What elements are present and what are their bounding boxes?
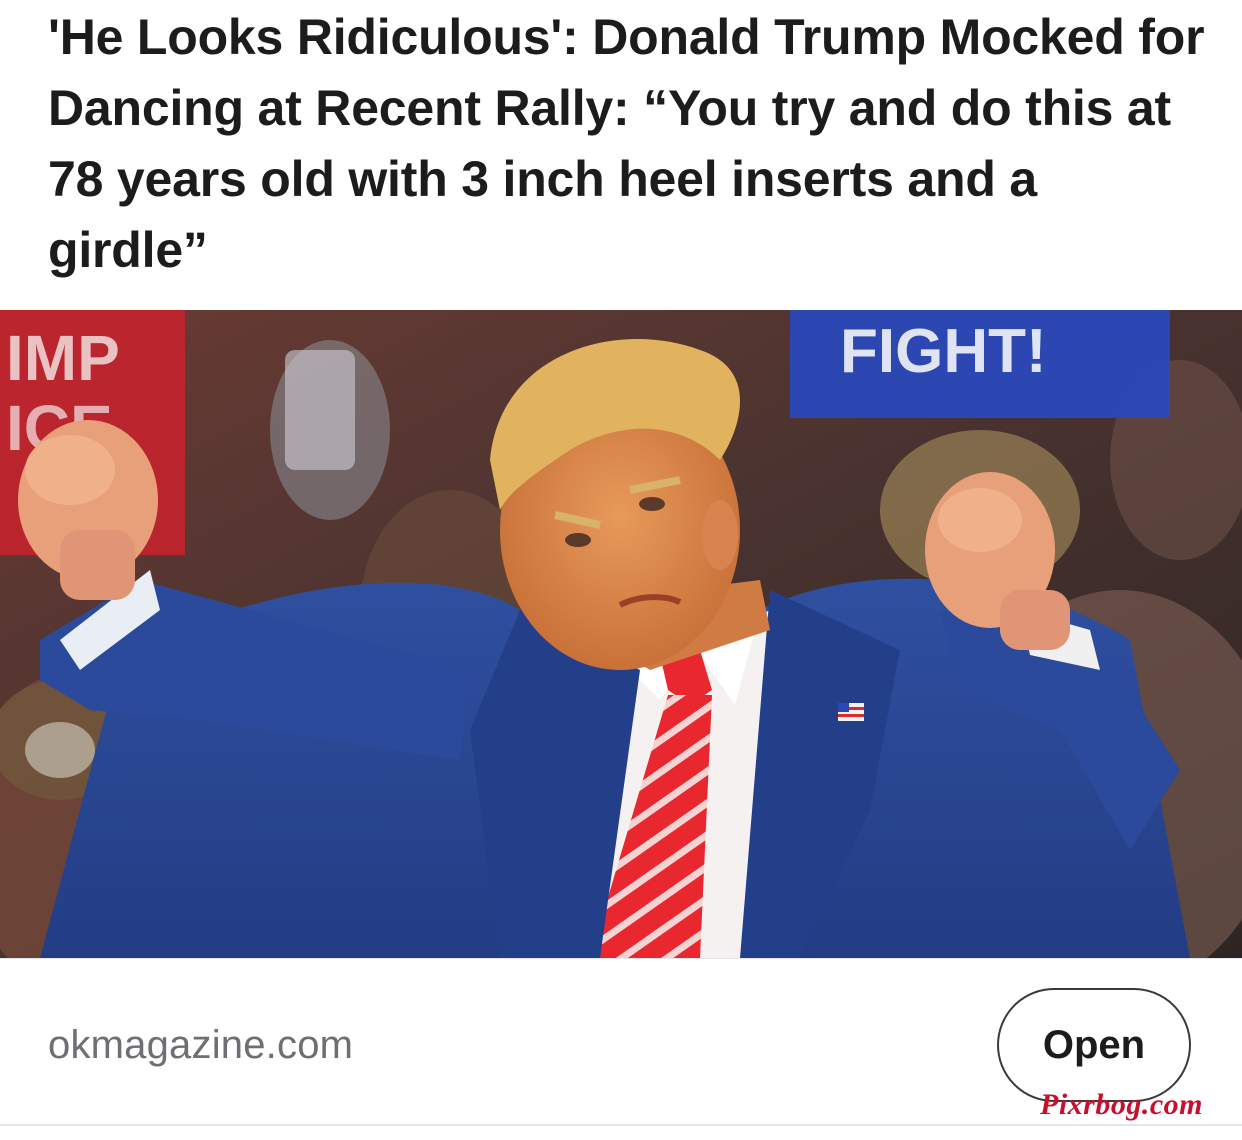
open-button[interactable]: Open <box>997 988 1191 1102</box>
rally-dancing-photo: IMP ICE FIGHT! <box>0 310 1242 958</box>
source-domain[interactable]: okmagazine.com <box>48 1023 353 1068</box>
blue-fight-sign: FIGHT! <box>790 310 1170 418</box>
bottom-divider <box>0 1124 1242 1126</box>
svg-text:FIGHT!: FIGHT! <box>840 317 1047 386</box>
flag-lapel-pin <box>838 703 864 721</box>
link-preview-footer: okmagazine.com Open Pixrbog.com <box>0 958 1242 1140</box>
watermark-text: Pixrbog.com <box>1040 1088 1203 1121</box>
article-headline[interactable]: 'He Looks Ridiculous': Donald Trump Mock… <box>48 2 1208 286</box>
svg-text:IMP: IMP <box>6 322 120 394</box>
article-photo[interactable]: IMP ICE FIGHT! <box>0 310 1242 958</box>
